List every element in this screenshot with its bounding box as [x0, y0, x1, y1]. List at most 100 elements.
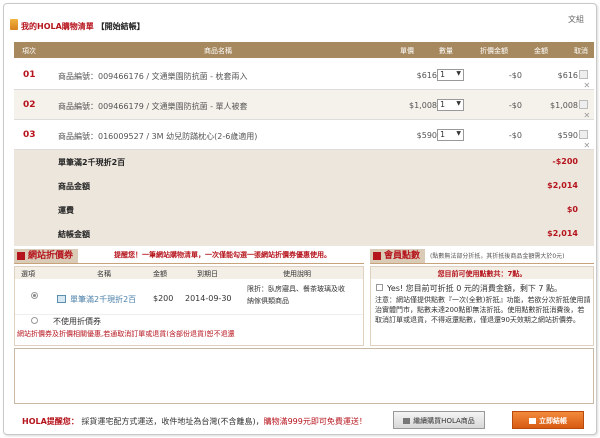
points-terms: 注意：網站僅提供點數『一次(全數)折抵』功能，若欲分次折抵使用請治實體門市，點數… — [375, 296, 591, 324]
discount-amount: -$0 — [508, 101, 522, 110]
bullet-icon — [17, 252, 25, 260]
coupon-col-amount: 金額 — [153, 270, 167, 278]
remove-item-button[interactable]: ✕ — [579, 70, 590, 90]
coupon-section-header: 網站折價券 提醒您！一筆網站購物清單，一次僅能勾選一張網站折價券優惠使用。 — [14, 248, 364, 264]
col-discount: 折價金額 — [480, 47, 508, 55]
coupon-row-none: 不使用折價券 — [15, 315, 363, 327]
table-row: 01 商品編號：009466176 / 文通樂園防抗菌 - 枕套兩入 $616 … — [14, 60, 594, 90]
points-section-header: 會員點數 (點數無法部分折抵，其折抵後商品金額需大於0元) — [370, 248, 594, 264]
discount-amount: -$0 — [508, 131, 522, 140]
coupon-tag-label: 網站折價券 — [28, 251, 74, 261]
coupon-desc-line1: 限折：臥房寢具、餐茶玻璃及收 — [247, 285, 345, 293]
col-amount: 金額 — [534, 47, 548, 55]
product-name[interactable]: 商品編號：009466176 / 文通樂園防抗菌 - 枕套兩入 — [58, 71, 248, 82]
bullet-icon — [373, 252, 381, 260]
table-row: 03 商品編號：016009527 / 3M 幼兒防蹣枕心(2-6歲適用) $5… — [14, 120, 594, 150]
quantity-select[interactable]: 1 ▼ — [437, 129, 464, 141]
cart-icon — [403, 418, 411, 424]
shipping-value: $0 — [566, 205, 578, 214]
product-name[interactable]: 商品編號：009466179 / 文通樂園防抗菌 - 單人被套 — [58, 101, 248, 112]
coupon-table: 選項 名稱 金額 到期日 使用說明 單筆滿2千現折2百 $200 2014-09… — [14, 266, 364, 346]
col-cancel: 取消 — [574, 47, 588, 55]
discount-amount: -$0 — [508, 71, 522, 80]
coupon-radio-none[interactable] — [31, 317, 38, 324]
row-index: 03 — [23, 130, 36, 140]
coupon-col-desc: 使用說明 — [283, 270, 311, 278]
total-value: $2,014 — [547, 229, 578, 238]
page-title-step: 【開始結帳】 — [96, 22, 145, 31]
table-row: 02 商品編號：009466179 / 文通樂園防抗菌 - 單人被套 $1,00… — [14, 90, 594, 120]
unit-price: $590 — [416, 131, 437, 140]
checkout-label: 立即結帳 — [539, 417, 567, 425]
promo-value: -$200 — [552, 157, 578, 166]
checkout-button[interactable]: 立即結帳 — [512, 411, 584, 429]
cart-icon — [10, 19, 18, 30]
summary-promo: 單筆滿2千現折2百 -$200 — [14, 150, 594, 174]
shipping-reminder: HOLA提醒您： 採貨運宅配方式運送，收件地址為台灣(不含離島)，購物滿999元… — [22, 416, 367, 427]
coupon-col-expire: 到期日 — [197, 270, 218, 278]
row-index: 02 — [23, 100, 36, 110]
unit-price: $1,008 — [409, 101, 437, 110]
goods-label: 商品金額 — [58, 182, 90, 191]
coupon-icon — [57, 295, 66, 303]
points-tag-label: 會員點數 — [384, 251, 421, 261]
continue-shopping-button[interactable]: 繼續購買HOLA商品 — [393, 411, 485, 429]
product-name[interactable]: 商品編號：016009527 / 3M 幼兒防蹣枕心(2-6歲適用) — [58, 131, 257, 142]
continue-shopping-label: 繼續購買HOLA商品 — [413, 417, 475, 425]
reminder-text: 採貨運宅配方式運送，收件地址為台灣(不含離島)， — [81, 417, 264, 426]
chevron-down-icon: ▼ — [456, 130, 461, 137]
quantity-value: 1 — [440, 100, 446, 109]
points-panel: 您目前可使用點數共：7點。 Yes! 您目前可折抵 0 元的消費金額，剩下 7 … — [370, 266, 594, 346]
footer-bar: HOLA提醒您： 採貨運宅配方式運送，收件地址為台灣(不含離島)，購物滿999元… — [14, 408, 594, 432]
reminder-highlight: 購物滿999元即可免費運送！ — [263, 417, 367, 426]
line-amount: $590 — [557, 131, 578, 140]
summary-shipping: 運費 $0 — [14, 198, 594, 222]
remove-item-button[interactable]: ✕ — [579, 130, 590, 150]
order-summary: 單筆滿2千現折2百 -$200 商品金額 $2,014 運費 $0 結帳金額 $… — [14, 150, 594, 246]
shipping-label: 運費 — [58, 206, 74, 215]
points-notice: (點數無法部分折抵，其折抵後商品金額需大於0元) — [430, 253, 565, 260]
page-title-main: 我的HOLA購物清單 — [21, 22, 94, 31]
cart-table-header: 項次 商品名稱 單價 數量 折價金額 金額 取消 — [14, 42, 594, 58]
chevron-down-icon: ▼ — [456, 70, 461, 77]
use-points-checkbox[interactable] — [376, 284, 383, 291]
col-product: 商品名稱 — [204, 47, 232, 55]
coupon-name[interactable]: 單筆滿2千現折2百 — [70, 294, 136, 305]
coupon-tag: 網站折價券 — [14, 249, 79, 263]
coupon-radio-selected[interactable] — [31, 292, 38, 299]
font-size-link[interactable]: 文組 — [568, 14, 584, 25]
quantity-value: 1 — [440, 70, 446, 79]
reminder-label: HOLA提醒您： — [22, 417, 79, 426]
summary-total: 結帳金額 $2,014 — [14, 222, 594, 246]
coupon-table-header: 選項 名稱 金額 到期日 使用說明 — [15, 267, 363, 279]
page-title: 我的HOLA購物清單 【開始結帳】 — [21, 21, 145, 32]
coupon-col-option: 選項 — [21, 270, 35, 278]
close-icon: ✕ — [583, 141, 591, 150]
col-index: 項次 — [22, 47, 36, 55]
chevron-down-icon: ▼ — [456, 100, 461, 107]
points-available: 您目前可使用點數共：7點。 — [371, 267, 593, 279]
line-amount: $1,008 — [550, 101, 578, 110]
no-coupon-label: 不使用折價券 — [53, 317, 101, 326]
promo-label: 單筆滿2千現折2百 — [58, 158, 126, 167]
close-icon: ✕ — [583, 111, 591, 120]
goods-value: $2,014 — [547, 181, 578, 190]
use-points-label: Yes! 您目前可折抵 0 元的消費金額，剩下 7 點。 — [387, 284, 563, 293]
close-icon: ✕ — [583, 81, 591, 90]
checkout-icon — [529, 418, 536, 424]
message-area — [14, 348, 594, 404]
quantity-select[interactable]: 1 ▼ — [437, 69, 464, 81]
col-price: 單價 — [400, 47, 414, 55]
coupon-amount: $200 — [153, 294, 174, 303]
cart-window: 我的HOLA購物清單 【開始結帳】 文組 項次 商品名稱 單價 數量 折價金額 … — [3, 3, 597, 435]
row-index: 01 — [23, 70, 36, 80]
unit-price: $616 — [416, 71, 437, 80]
line-amount: $616 — [557, 71, 578, 80]
remove-item-button[interactable]: ✕ — [579, 100, 590, 120]
quantity-select[interactable]: 1 ▼ — [437, 99, 464, 111]
quantity-value: 1 — [440, 130, 446, 139]
coupon-desc-line2: 納傢俱類商品 — [247, 297, 289, 305]
coupon-footer-note: 網站折價券及折價相關優惠,若通取消訂單或退貨(含部份退貨)恕不退還 — [17, 330, 235, 338]
points-tag: 會員點數 — [370, 249, 426, 263]
total-label: 結帳金額 — [58, 230, 90, 239]
